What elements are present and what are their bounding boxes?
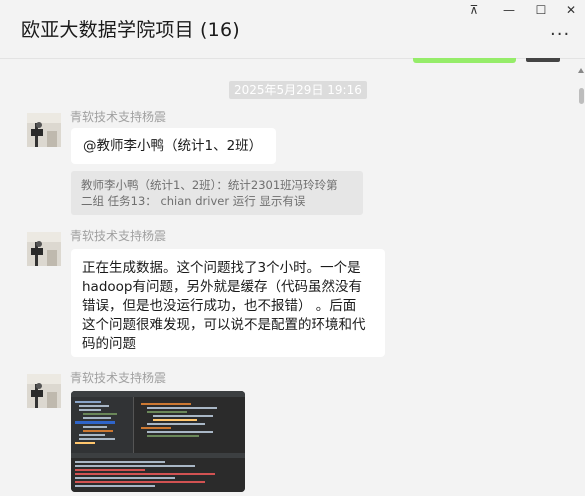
- message-bubble[interactable]: 正在生成数据。这个问题找了3个小时。一个是 hadoop有问题，另外就是缓存（代…: [71, 249, 385, 357]
- quoted-message[interactable]: 教师李小鸭（统计1、2班）：统计2301班冯玲玲第 二组 任务13： chian…: [71, 171, 363, 215]
- sender-name[interactable]: 青软技术支持杨震: [70, 227, 166, 244]
- sent-message-bubble-edge[interactable]: [413, 58, 516, 63]
- message-text-line: 这个问题很难发现，可以说不是配置的环境和代: [82, 317, 366, 333]
- message-text-line: 正在生成数据。这个问题找了3个小时。一个是: [82, 260, 361, 276]
- quote-line: 教师李小鸭（统计1、2班）：统计2301班冯玲玲第: [81, 178, 338, 192]
- message-text-line: hadoop有问题，另外就是缓存（代码虽然没有: [82, 279, 362, 295]
- avatar[interactable]: [27, 113, 61, 147]
- avatar[interactable]: [27, 374, 61, 408]
- message-timestamp: 2025年5月29日 19:16: [229, 81, 367, 99]
- pin-icon[interactable]: ⊼: [459, 0, 489, 20]
- chat-header: 欧亚大数据学院项目 (16) ⊼ — ☐ ✕ ···: [0, 0, 585, 59]
- scroll-up-arrow-icon[interactable]: [578, 68, 584, 73]
- chat-title: 欧亚大数据学院项目 (16): [21, 19, 240, 41]
- sent-image-edge[interactable]: [526, 58, 560, 62]
- sender-name[interactable]: 青软技术支持杨震: [70, 108, 166, 125]
- quote-line: 二组 任务13： chian driver 运行 显示有误: [81, 194, 306, 208]
- sender-name[interactable]: 青软技术支持杨震: [70, 369, 166, 386]
- maximize-button[interactable]: ☐: [526, 0, 556, 20]
- message-text: @教师李小鸭（统计1、2班）: [83, 138, 263, 154]
- code-editor-screenshot-image[interactable]: [71, 391, 245, 492]
- more-options-button[interactable]: ···: [550, 24, 570, 45]
- avatar[interactable]: [27, 232, 61, 266]
- message-text-line: 错误，但是也没运行成功，也不报错） 。后面: [82, 298, 357, 314]
- message-text-line: 码的问题: [82, 336, 136, 352]
- message-bubble[interactable]: @教师李小鸭（统计1、2班）: [71, 128, 276, 164]
- minimize-button[interactable]: —: [494, 0, 524, 20]
- close-button[interactable]: ✕: [556, 0, 585, 20]
- scrollbar-thumb[interactable]: [579, 88, 584, 104]
